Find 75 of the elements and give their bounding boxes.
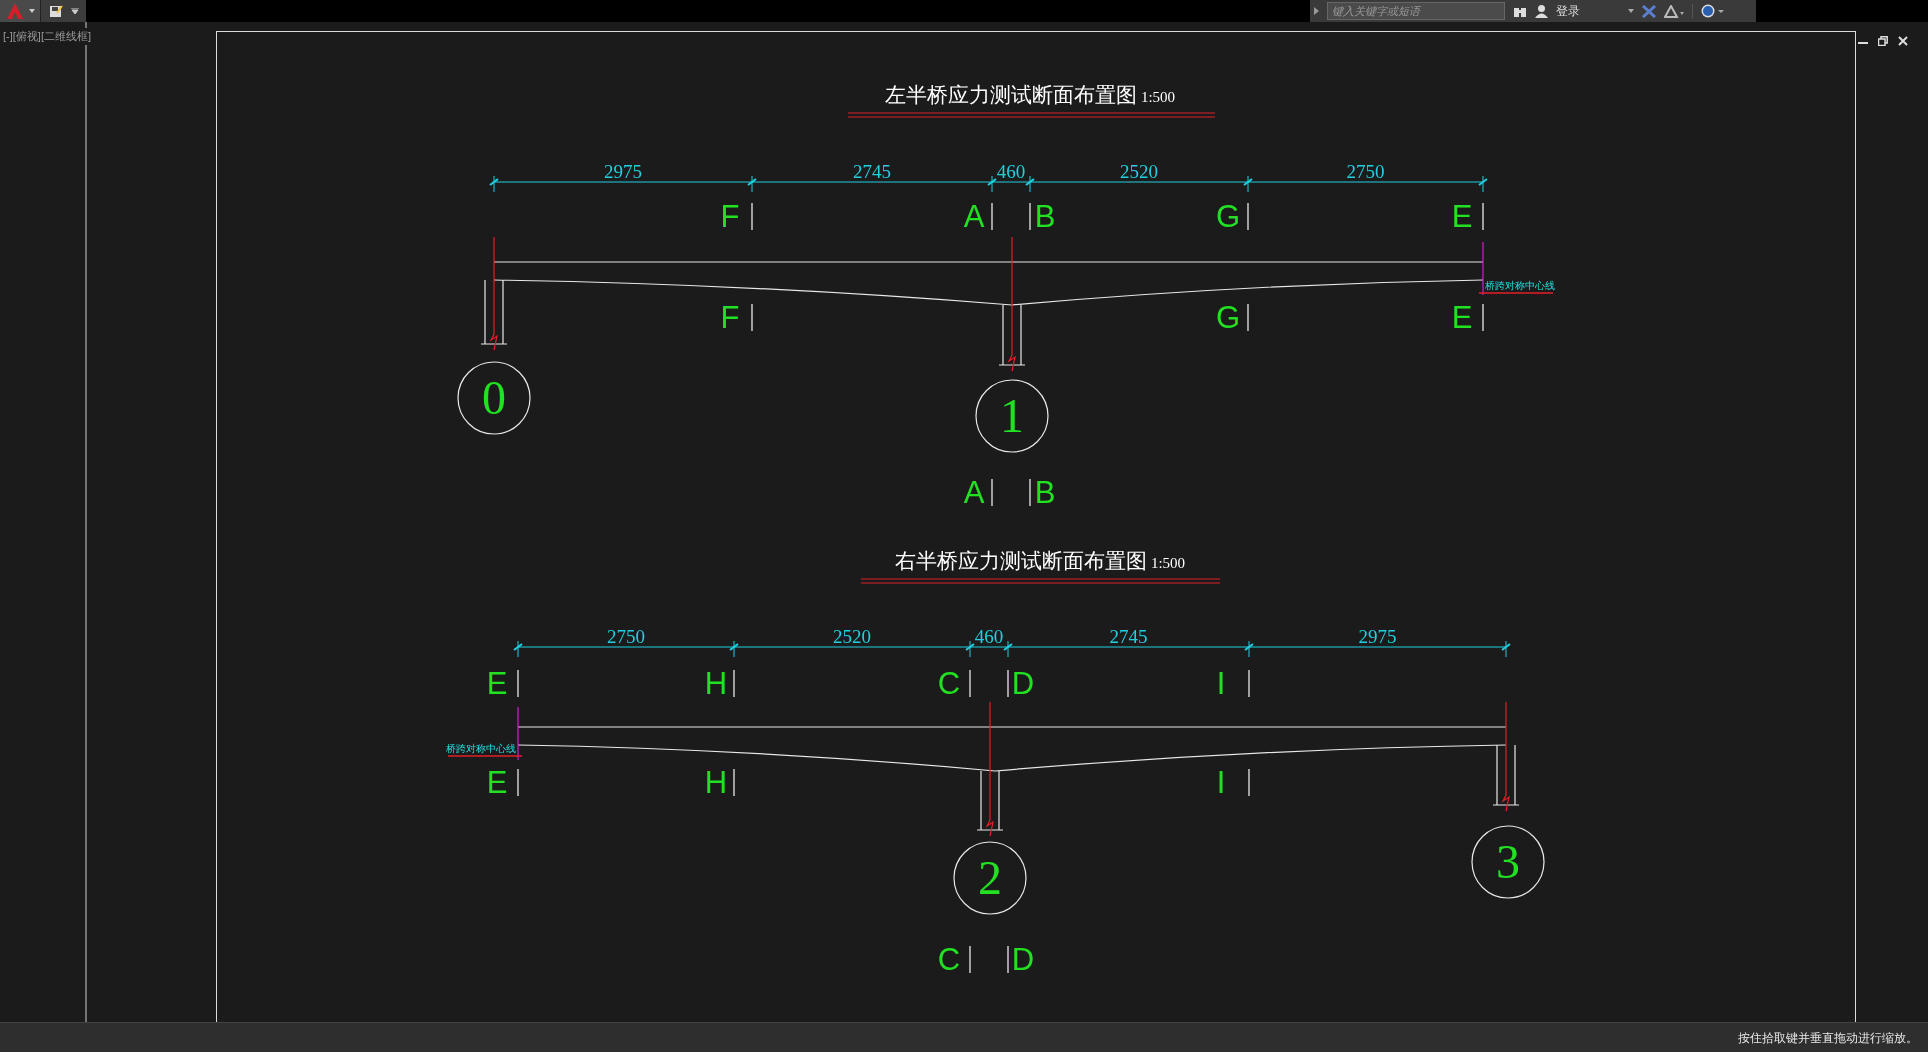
dimension-value: 2750 (1346, 161, 1385, 182)
section-label: D (1011, 942, 1035, 977)
centerline-note: 桥跨对称中心线 (446, 743, 516, 754)
section-label: I (1216, 765, 1226, 800)
section-label: B (1034, 199, 1056, 234)
section-mark (969, 669, 971, 698)
pier-number: 2 (978, 851, 1002, 904)
section-mark (1007, 669, 1009, 698)
section-label: H (704, 765, 728, 800)
dimension-value: 2520 (833, 626, 871, 647)
section-mark (733, 768, 735, 797)
section-mark (517, 768, 519, 797)
section-label: E (486, 666, 508, 701)
section-label: E (1451, 199, 1473, 234)
section-mark (991, 478, 993, 507)
section-mark (969, 945, 971, 974)
caret-icon[interactable] (1628, 9, 1634, 13)
dimension-value: 2975 (1358, 626, 1397, 647)
quick-access-button[interactable] (40, 0, 86, 22)
section-label: I (1216, 666, 1226, 701)
section-mark (517, 669, 519, 698)
dimension-value: 2745 (853, 161, 891, 182)
drawing-title: 右半桥应力测试断面布置图 1:500 (894, 549, 1186, 573)
help-icon[interactable] (1701, 4, 1725, 18)
section-mark (1247, 303, 1249, 332)
section-mark (1248, 768, 1250, 797)
caret-icon (29, 9, 35, 13)
section-label: E (1451, 300, 1473, 335)
section-mark (751, 202, 753, 231)
status-message: 按住拾取键并垂直拖动进行缩放。 (1738, 1029, 1918, 1047)
dimension-value: 460 (974, 626, 1004, 647)
section-label: F (720, 300, 740, 335)
logo-icon (5, 3, 25, 19)
search-field[interactable]: 键入关键字或短语 (1327, 2, 1505, 20)
section-mark (1007, 945, 1009, 974)
save-edit-icon (48, 4, 63, 18)
section-label: G (1215, 300, 1241, 335)
expand-icon (1314, 7, 1319, 15)
section-mark (1029, 478, 1031, 507)
triangle-icon[interactable] (1664, 4, 1684, 18)
pier-number: 3 (1496, 835, 1520, 888)
section-label: A (963, 199, 985, 234)
section-mark (751, 303, 753, 332)
section-label: F (720, 199, 740, 234)
close-icon[interactable] (1898, 36, 1908, 46)
pier-number: 0 (482, 371, 506, 424)
section-label: A (963, 475, 985, 510)
section-mark (1482, 202, 1484, 231)
section-mark (1247, 202, 1249, 231)
pier-number: 1 (1000, 389, 1024, 442)
section-mark (1482, 303, 1484, 332)
section-mark (1248, 669, 1250, 698)
section-label: H (704, 666, 728, 701)
user-icon[interactable] (1535, 4, 1548, 18)
section-mark (991, 202, 993, 231)
dimension-value: 2745 (1109, 626, 1148, 647)
dimension-value: 2750 (607, 626, 645, 647)
section-label: C (937, 942, 961, 977)
section-label: B (1034, 475, 1056, 510)
restore-icon[interactable] (1878, 36, 1888, 46)
section-mark (1029, 202, 1031, 231)
x-icon[interactable] (1642, 4, 1656, 18)
section-label: C (937, 666, 961, 701)
centerline-note: 桥跨对称中心线 (1485, 280, 1555, 291)
section-label: G (1215, 199, 1241, 234)
login-link[interactable]: 登录 (1556, 2, 1620, 20)
section-label: E (486, 765, 508, 800)
dimension-value: 2975 (604, 161, 642, 182)
dimension-value: 460 (996, 161, 1026, 182)
viewport-label[interactable]: [-][俯视][二维线框] (3, 28, 93, 45)
drawing-title: 左半桥应力测试断面布置图 1:500 (884, 83, 1176, 107)
section-mark (733, 669, 735, 698)
section-label: D (1011, 666, 1035, 701)
dropdown-icon (70, 8, 79, 14)
dimension-value: 2520 (1120, 161, 1158, 182)
